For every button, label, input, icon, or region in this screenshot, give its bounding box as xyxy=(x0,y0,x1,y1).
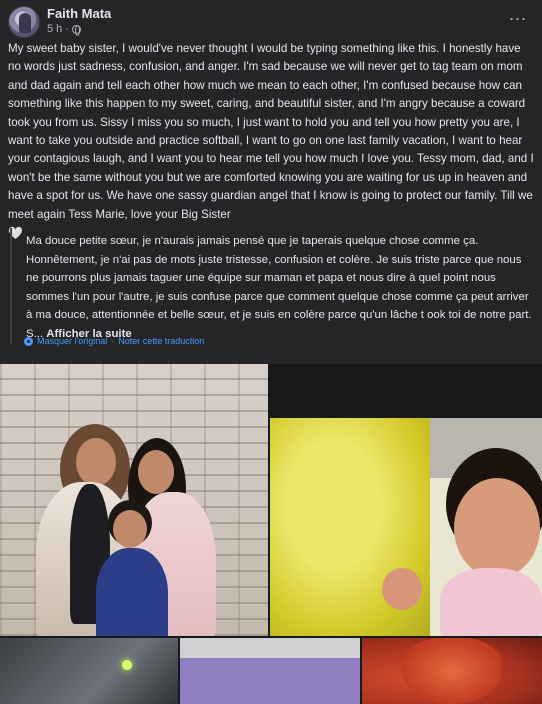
post-header: Faith Mata 5 h · ... xyxy=(0,0,542,40)
rate-translation-link[interactable]: Noter cette traduction xyxy=(118,336,204,346)
meta-separator: · xyxy=(65,23,69,35)
post-meta: 5 h · xyxy=(47,23,81,36)
hide-original-link[interactable]: Masquer l'original xyxy=(37,336,107,346)
translation-text: Ma douce petite sœur, je n'aurais jamais… xyxy=(26,235,532,340)
photo-decor xyxy=(402,638,502,704)
post-body: My sweet baby sister, I would've never t… xyxy=(8,40,534,243)
more-options-icon[interactable]: ... xyxy=(506,5,530,28)
post-time[interactable]: 5 h xyxy=(47,23,62,35)
photo-grid xyxy=(0,364,542,704)
photo-purple-room[interactable] xyxy=(180,638,360,704)
photo-decor xyxy=(440,568,542,636)
translation-text-container: Ma douce petite sœur, je n'aurais jamais… xyxy=(26,228,534,344)
photo-ceiling-light[interactable] xyxy=(0,638,178,704)
photo-decor xyxy=(113,510,147,548)
author-avatar[interactable] xyxy=(8,6,40,38)
photo-decor xyxy=(454,478,540,578)
links-separator: · xyxy=(111,336,115,346)
author-name[interactable]: Faith Mata xyxy=(47,6,111,21)
translation-block: Ma douce petite sœur, je n'aurais jamais… xyxy=(10,228,534,344)
post-body-text: My sweet baby sister, I would've never t… xyxy=(8,42,534,221)
photo-heart-pillow[interactable] xyxy=(362,638,542,704)
photo-decor xyxy=(382,568,422,610)
globe-icon xyxy=(71,24,81,36)
photo-family[interactable] xyxy=(0,364,268,636)
photo-decor xyxy=(122,660,132,670)
gear-icon xyxy=(24,336,33,346)
photo-decor xyxy=(96,548,168,636)
photo-decor xyxy=(138,450,174,494)
photo-baby[interactable] xyxy=(270,418,542,636)
photo-decor xyxy=(76,438,116,486)
translation-links: Masquer l'original · Noter cette traduct… xyxy=(24,336,204,346)
